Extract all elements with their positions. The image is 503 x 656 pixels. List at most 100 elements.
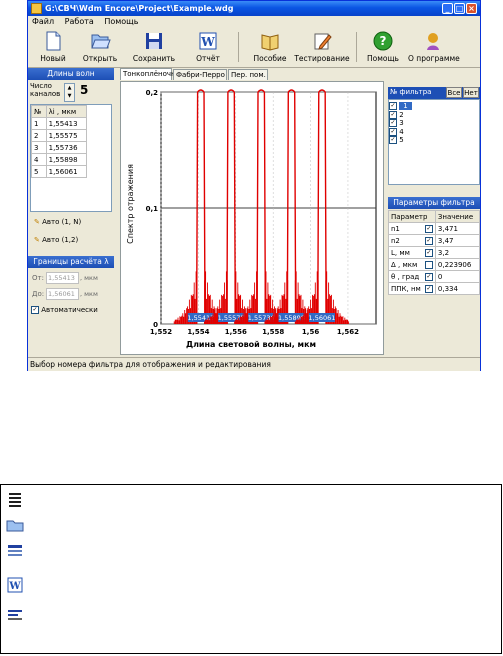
list-item[interactable]: ✓ 1 bbox=[389, 102, 479, 111]
checkbox-checked: ✓ bbox=[389, 127, 397, 136]
checkbox-checked: ✓ bbox=[389, 119, 397, 127]
bounds-header: Границы расчёта λ bbox=[28, 256, 114, 268]
open-button[interactable]: Открыть bbox=[78, 30, 122, 66]
menu-bar: Файл Работа Помощь bbox=[28, 16, 480, 28]
to-unit: , мкм bbox=[80, 290, 98, 298]
to-input[interactable]: 1,56061 bbox=[46, 288, 79, 300]
table-row[interactable]: 2 1,55575 bbox=[31, 129, 88, 142]
help-icon: ? bbox=[373, 31, 393, 51]
checkbox-checked[interactable]: ✓ bbox=[424, 272, 433, 281]
table-list-icon bbox=[8, 545, 22, 556]
x-tick-label: 1,552 bbox=[150, 328, 172, 336]
filter-header: № фильтра bbox=[390, 88, 432, 96]
list-item[interactable]: ✓ 2 bbox=[389, 110, 479, 120]
report-button[interactable]: W Отчёт bbox=[190, 30, 226, 66]
spectrum-peak bbox=[195, 89, 206, 325]
menu-file[interactable]: Файл bbox=[32, 17, 54, 26]
open-folder-icon bbox=[6, 520, 24, 532]
bounds-section: От: 1,55413 , мкм До: 1,56061 , мкм ✓ Ав… bbox=[28, 268, 114, 328]
x-tick-label: 1,562 bbox=[337, 328, 359, 336]
toolbar-separator bbox=[356, 32, 357, 62]
params-table: Параметр Значение n1 ✓ 3,471 n2 ✓ 3,47 L, м… bbox=[388, 210, 481, 295]
window-title: G:\СВЧ\Wdm Encore\Project\Example.wdg bbox=[45, 4, 234, 13]
from-input[interactable]: 1,55413 bbox=[46, 272, 79, 284]
params-header: Параметры фильтра bbox=[388, 197, 480, 209]
to-label: До: bbox=[32, 290, 45, 298]
about-button[interactable]: О программе bbox=[408, 30, 460, 66]
close-button[interactable]: × bbox=[466, 3, 477, 14]
list-item[interactable]: ✓ 3 bbox=[389, 119, 479, 128]
checkbox-unchecked[interactable] bbox=[424, 260, 433, 269]
spectrum-chart-area: Спектр отражения Длина световой волны, м… bbox=[120, 81, 384, 355]
tab-fabry-perot[interactable]: Фабри-Перро bbox=[173, 69, 227, 80]
table-row[interactable]: θ , град ✓ 0 bbox=[388, 270, 481, 283]
table-row[interactable]: n2 ✓ 3,47 bbox=[388, 234, 481, 247]
svg-text:W: W bbox=[200, 35, 215, 49]
title-bar: G:\СВЧ\Wdm Encore\Project\Example.wdg _ … bbox=[28, 1, 480, 16]
new-file-icon bbox=[46, 31, 61, 51]
testing-button[interactable]: Тестирование bbox=[294, 30, 350, 66]
table-row[interactable]: 3 1,55736 bbox=[31, 141, 88, 154]
manual-button[interactable]: Пособие bbox=[250, 30, 290, 66]
select-none-button[interactable]: Нет bbox=[463, 87, 479, 98]
svg-text:?: ? bbox=[380, 34, 387, 48]
save-button[interactable]: Сохранить bbox=[132, 30, 176, 66]
minimize-button[interactable]: _ bbox=[442, 3, 453, 14]
from-label: От: bbox=[32, 274, 44, 282]
main-window: G:\СВЧ\Wdm Encore\Project\Example.wdg _ … bbox=[27, 0, 481, 371]
auto-buttons: ✎ Авто (1, N) ✎ Авто (1,2) bbox=[28, 212, 114, 256]
list-item[interactable]: ✓ 5 bbox=[389, 136, 479, 145]
col-parameter: Параметр bbox=[388, 210, 436, 223]
checkbox-checked[interactable]: ✓ bbox=[424, 284, 433, 293]
checkbox-checked[interactable]: ✓ bbox=[424, 248, 433, 257]
checkbox-checked[interactable]: ✓ bbox=[424, 224, 433, 233]
col-value: Значение bbox=[434, 210, 481, 223]
spectrum-chart: Спектр отражения Длина световой волны, м… bbox=[126, 89, 377, 349]
tab-per-pom[interactable]: Пер. пом. bbox=[228, 69, 268, 80]
menu-work[interactable]: Работа bbox=[65, 17, 94, 26]
auto-12-button[interactable]: ✎ Авто (1,2) bbox=[34, 236, 78, 244]
table-row[interactable]: 5 1,56061 bbox=[31, 165, 88, 178]
open-folder-icon bbox=[91, 34, 111, 49]
auto-checkbox[interactable]: ✓ Автоматически bbox=[31, 306, 98, 314]
auto-1n-button[interactable]: ✎ Авто (1, N) bbox=[34, 218, 81, 226]
spectrum-peak bbox=[226, 89, 237, 325]
maximize-button[interactable]: □ bbox=[454, 3, 465, 14]
status-bar: Выбор номера фильтра для отображения и р… bbox=[28, 357, 480, 371]
channels-spinner[interactable]: ▲ ▼ bbox=[64, 83, 75, 102]
x-tick-label: 1,554 bbox=[187, 328, 209, 336]
new-button[interactable]: Новый bbox=[34, 30, 72, 66]
filter-list: ✓ 1 ✓ 2 ✓ 3 ✓ 4 ✓ 5 bbox=[388, 99, 480, 185]
menu-help[interactable]: Помощь bbox=[104, 17, 138, 26]
checkbox-checked: ✓ bbox=[31, 306, 39, 314]
tab-thin-film[interactable]: Тонкоплёночный bbox=[120, 68, 186, 80]
table-row[interactable]: 1 1,55413 bbox=[31, 117, 88, 130]
table-row[interactable]: n1 ✓ 3,471 bbox=[388, 222, 481, 235]
table-row[interactable]: ППК, нм ✓ 0,334 bbox=[388, 282, 481, 295]
y-axis-label: Спектр отражения bbox=[126, 164, 135, 244]
table-row[interactable]: Δ , мкм 0,223906 bbox=[388, 258, 481, 271]
peak-label: 1,56061 bbox=[309, 314, 336, 322]
wavelength-table: № λi , мкм 1 1,55413 2 1,55575 3 1,55736 4 1,… bbox=[31, 105, 88, 178]
spectrum-peak bbox=[256, 89, 267, 325]
word-report-icon: W bbox=[7, 577, 23, 593]
left-panel: Длины волн Число каналов ▲ ▼ 5 № λi , мкм … bbox=[28, 68, 114, 356]
table-row[interactable]: 4 1,55898 bbox=[31, 153, 88, 166]
spectrum-peak bbox=[317, 89, 327, 325]
y-tick-label: 0,1 bbox=[146, 205, 159, 213]
from-unit: , мкм bbox=[80, 274, 98, 282]
wavelength-table-box: № λi , мкм 1 1,55413 2 1,55575 3 1,55736 4 1,… bbox=[30, 104, 112, 212]
toolbar: Новый Открыть Сохранить W Отчёт Пособие … bbox=[28, 28, 480, 68]
table-row[interactable]: L, мм ✓ 3,2 bbox=[388, 246, 481, 259]
align-justify-icon bbox=[9, 493, 21, 507]
wand-icon: ✎ bbox=[34, 218, 40, 226]
list-item[interactable]: ✓ 4 bbox=[389, 127, 479, 137]
channels-row: Число каналов ▲ ▼ 5 bbox=[28, 80, 114, 104]
help-button[interactable]: ? Помощь bbox=[364, 30, 402, 66]
test-pencil-icon bbox=[314, 33, 332, 50]
checkbox-checked[interactable]: ✓ bbox=[424, 236, 433, 245]
word-report-icon: W bbox=[199, 32, 217, 50]
toolbar-separator bbox=[238, 32, 239, 62]
select-all-button[interactable]: Все bbox=[446, 87, 462, 98]
x-axis-label: Длина световой волны, мкм bbox=[186, 340, 316, 349]
